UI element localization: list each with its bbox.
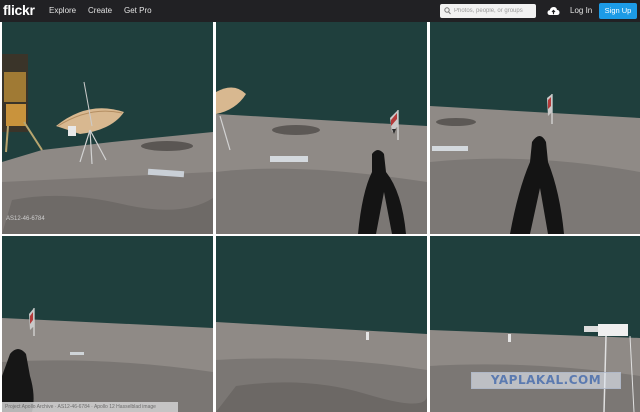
search-box[interactable] xyxy=(440,4,536,18)
photo-lander-antenna xyxy=(2,22,213,234)
photo-tile-5[interactable] xyxy=(216,236,427,412)
upload-cloud-icon[interactable] xyxy=(547,6,560,16)
photo-tile-3[interactable] xyxy=(430,22,640,234)
search-icon[interactable] xyxy=(444,7,451,15)
nav-explore[interactable]: Explore xyxy=(49,6,76,15)
photo-tile-1[interactable]: AS12-46-6784 xyxy=(2,22,213,234)
photo-flag-big-shadow xyxy=(430,22,640,234)
watermark-badge: YAPLAKAL.COM xyxy=(471,372,621,389)
signup-button[interactable]: Sign Up xyxy=(599,3,637,19)
photo-id-label: AS12-46-6784 xyxy=(6,216,45,222)
nav-get-pro[interactable]: Get Pro xyxy=(124,6,152,15)
photo-grid: AS12-46-6784 xyxy=(0,22,640,412)
photo-attribution: Project Apollo Archive · AS12-46-6784 · … xyxy=(2,402,178,412)
top-navigation-bar: flickr Explore Create Get Pro Log In Sig… xyxy=(0,0,640,22)
nav-create[interactable]: Create xyxy=(88,6,112,15)
flickr-logo[interactable]: flickr xyxy=(3,2,35,18)
photo-tile-4[interactable] xyxy=(2,236,213,412)
photo-open-plain xyxy=(216,236,427,412)
photo-horizon-flag xyxy=(2,236,213,412)
login-link[interactable]: Log In xyxy=(570,6,592,15)
search-input[interactable] xyxy=(454,4,534,18)
photo-tile-2[interactable] xyxy=(216,22,427,234)
photo-flag-shadow xyxy=(216,22,427,234)
